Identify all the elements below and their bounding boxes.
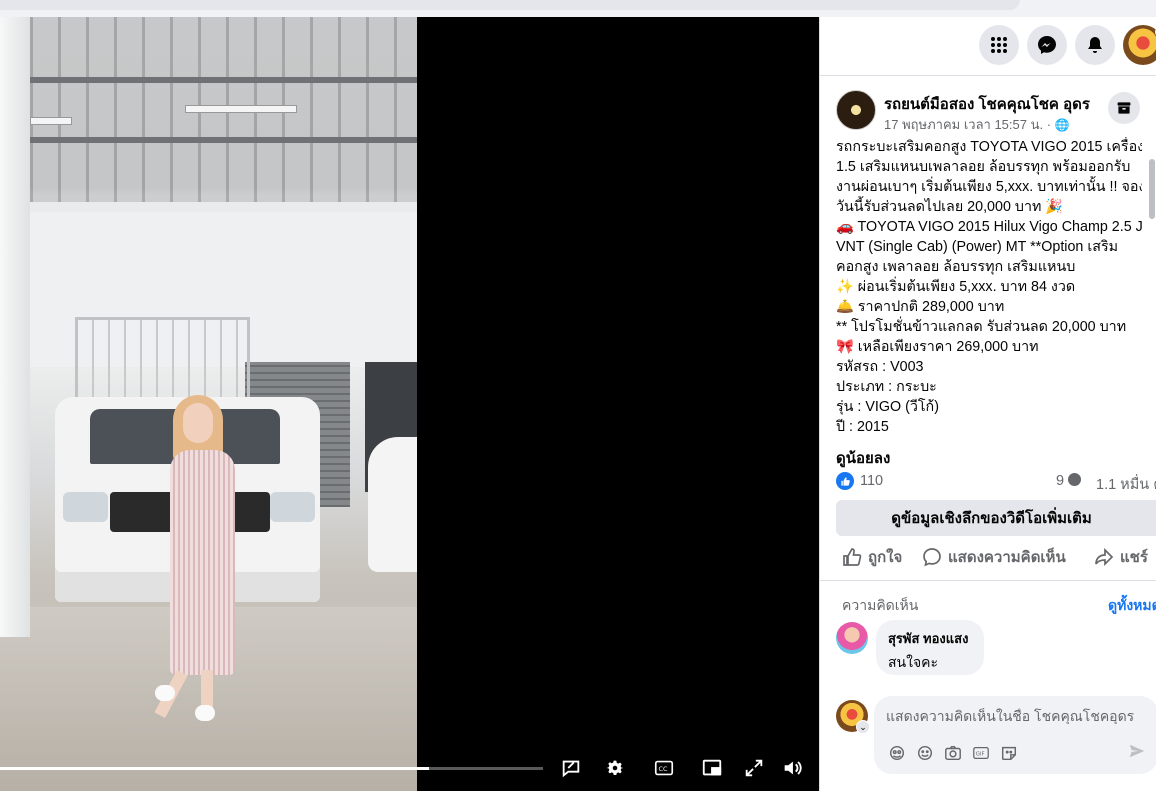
post-body-line: ประเภท : กระบะ	[836, 379, 937, 395]
presenter-shoe	[155, 685, 175, 701]
send-icon[interactable]	[1128, 742, 1150, 764]
like-reaction-icon[interactable]	[836, 472, 854, 490]
browser-tab-bar	[0, 0, 1020, 10]
video-frame	[0, 17, 417, 791]
comment-bubble-icon	[1068, 473, 1082, 486]
post-body-line: ✨ ผ่อนเริ่มต้นเพียง 5,xxx. บาท 84 งวด	[836, 279, 1076, 295]
thumbs-up-icon	[843, 548, 862, 566]
post-body-line: 1.5 เสริมแหนบเพลาลอย ล้อบรรทุก พร้อมออกร…	[836, 159, 1131, 175]
video-controls: CC	[0, 745, 819, 791]
video-progress-fill	[0, 767, 429, 770]
comment-composer: GIF	[874, 696, 1156, 774]
presenter-dress	[170, 450, 235, 675]
view-count: 1.1 หมื่น ค	[1096, 477, 1156, 493]
truck-headlight-left	[63, 492, 108, 522]
fullscreen-icon[interactable]	[741, 755, 767, 781]
video-player[interactable]: CC	[0, 17, 819, 791]
presenter-shoe	[195, 705, 215, 721]
divider	[820, 580, 1156, 581]
comment-count-value: 9	[1056, 473, 1065, 489]
comment-count[interactable]: 9	[1056, 473, 1082, 489]
like-button[interactable]: ถูกใจ	[842, 545, 902, 569]
post-body-text: รถกระบะเสริมคอกสูง TOYOTA VIGO 2015 เครื…	[836, 137, 1142, 445]
reactions-row: 110 9 1.1 หมื่น ค	[836, 471, 1156, 493]
header-icons	[979, 25, 1156, 67]
post-body-line: รุ่น : VIGO (วีโก้)	[836, 399, 939, 415]
roof-beam	[30, 137, 417, 143]
ceiling-light	[185, 105, 297, 113]
messenger-icon[interactable]	[1027, 25, 1067, 65]
ceiling-light	[30, 117, 72, 125]
post-body-line: ** โปรโมชั่นข้าวแลกลด รับส่วนลด 20,000 บ…	[836, 319, 1127, 335]
comment-bubble: สุรพัส ทองแสง สนใจคะ	[876, 620, 984, 675]
share-button-label: แชร์	[1120, 549, 1148, 566]
scrollbar-thumb[interactable]	[1149, 159, 1155, 219]
comment-input[interactable]	[886, 708, 1148, 724]
post-body-line: ปี : 2015	[836, 419, 889, 435]
post-date: 17 พฤษภาคม เวลา 15:57 น. ·	[884, 117, 1052, 132]
notifications-bell-icon[interactable]	[1075, 25, 1115, 65]
like-button-label: ถูกใจ	[868, 549, 903, 566]
post-body-line: งานผ่อนเบาๆ เริ่มต้นเพียง 5,xxx. บาทเท่า…	[836, 179, 1142, 195]
video-insights-button[interactable]: ดูข้อมูลเชิงลึกของวิดีโอเพิ่มเติม	[836, 500, 1156, 536]
post-body-line: 🚗 TOYOTA VIGO 2015 Hilux Vigo Champ 2.5 …	[836, 219, 1142, 235]
browser-top-strip	[0, 0, 1156, 17]
post-body-line: 🛎️ ราคาปกติ 289,000 บาท	[836, 299, 1005, 315]
truck-cage-rack	[75, 317, 250, 407]
page-avatar[interactable]	[836, 90, 876, 130]
like-count[interactable]: 110	[860, 473, 883, 489]
post-text-scrollbar[interactable]	[1149, 145, 1155, 437]
share-button[interactable]: แชร์	[1094, 545, 1148, 569]
post-actions: ถูกใจ แสดงความคิดเห็น แชร์	[836, 545, 1156, 571]
post-body-line: วันนี้รับส่วนลดไปเลย 20,000 บาท 🎉	[836, 199, 1064, 215]
cc-icon[interactable]: CC	[651, 755, 677, 781]
page-name-link[interactable]: รถยนต์มือสอง โชคคุณโชค อุดร	[884, 92, 1090, 116]
comment-text: สนใจคะ	[888, 654, 939, 670]
video-progress-bar[interactable]	[0, 767, 543, 770]
roof-beam	[30, 77, 417, 83]
comment-button[interactable]: แสดงความคิดเห็น	[922, 545, 1066, 569]
post-body-line: รหัสรถ : V003	[836, 359, 924, 375]
gif-icon[interactable]: GIF	[970, 742, 992, 764]
svg-text:GIF: GIF	[976, 752, 985, 758]
post-side-panel: รถยนต์มือสอง โชคคุณโชค อุดร 17 พฤษภาคม เ…	[819, 17, 1156, 791]
volume-icon[interactable]	[779, 755, 805, 781]
white-car	[368, 437, 417, 572]
settings-gear-icon[interactable]	[602, 755, 628, 781]
see-less-link[interactable]: ดูน้อยลง	[836, 446, 890, 470]
post-body-line: 🎀 เหลือเพียงราคา 269,000 บาท	[836, 339, 1039, 355]
profile-avatar[interactable]	[1123, 25, 1156, 65]
share-arrow-icon	[1095, 547, 1114, 567]
garage-pillar	[0, 17, 30, 637]
avatar-sticker-icon[interactable]	[886, 742, 908, 764]
divider	[820, 75, 1156, 76]
presenter-face	[183, 403, 213, 443]
post-body-line: คอกสูง เพลาลอย ล้อบรรทุก เสริมแหนบ	[836, 259, 1076, 275]
save-post-button[interactable]	[1108, 92, 1140, 124]
archive-icon	[1117, 102, 1131, 114]
post-header: รถยนต์มือสอง โชคคุณโชค อุดร 17 พฤษภาคม เ…	[836, 90, 1151, 132]
svg-text:CC: CC	[659, 765, 668, 773]
commenter-avatar[interactable]	[836, 622, 868, 654]
emoji-icon[interactable]	[914, 742, 936, 764]
comment-icon	[923, 548, 941, 567]
chevron-down-icon[interactable]: ⌄	[856, 720, 870, 734]
picture-in-picture-icon[interactable]	[699, 755, 725, 781]
see-all-comments-link[interactable]: ดูทั้งหมด	[1108, 595, 1156, 617]
post-body-line: VNT (Single Cab) (Power) MT **Option เสร…	[836, 239, 1119, 255]
truck-headlight-right	[270, 492, 315, 522]
menu-grid-icon[interactable]	[979, 25, 1019, 65]
post-body-line: รถกระบะเสริมคอกสูง TOYOTA VIGO 2015 เครื…	[836, 139, 1142, 155]
comments-section-label: ความคิดเห็น	[842, 597, 919, 613]
comment-button-label: แสดงความคิดเห็น	[948, 549, 1066, 566]
comment-author[interactable]: สุรพัส ทองแสง	[888, 628, 972, 649]
camera-icon[interactable]	[942, 742, 964, 764]
globe-icon: 🌐	[1054, 118, 1070, 132]
presenter-woman	[154, 395, 245, 725]
post-timestamp[interactable]: 17 พฤษภาคม เวลา 15:57 น. · 🌐	[884, 114, 1070, 135]
caption-settings-icon[interactable]	[558, 755, 584, 781]
sticker-icon[interactable]	[998, 742, 1020, 764]
